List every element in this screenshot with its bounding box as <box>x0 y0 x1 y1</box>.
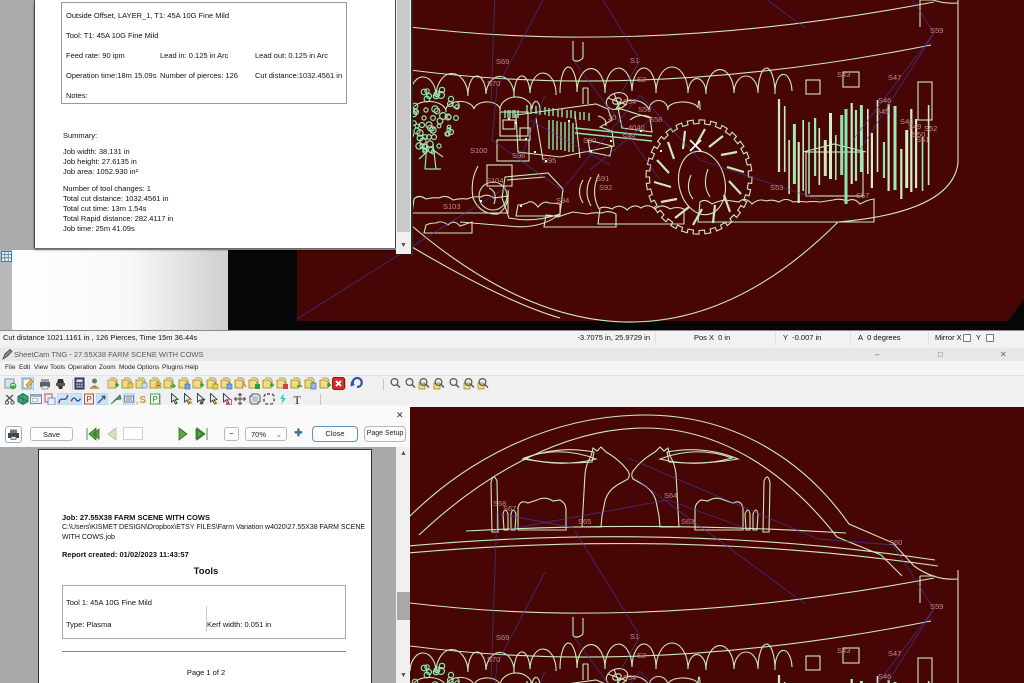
svg-text:S: S <box>140 395 147 405</box>
svg-text:T: T <box>294 393 302 405</box>
svg-text:P: P <box>153 395 158 404</box>
svg-text:P: P <box>87 395 92 404</box>
svg-text:,: , <box>136 395 139 405</box>
